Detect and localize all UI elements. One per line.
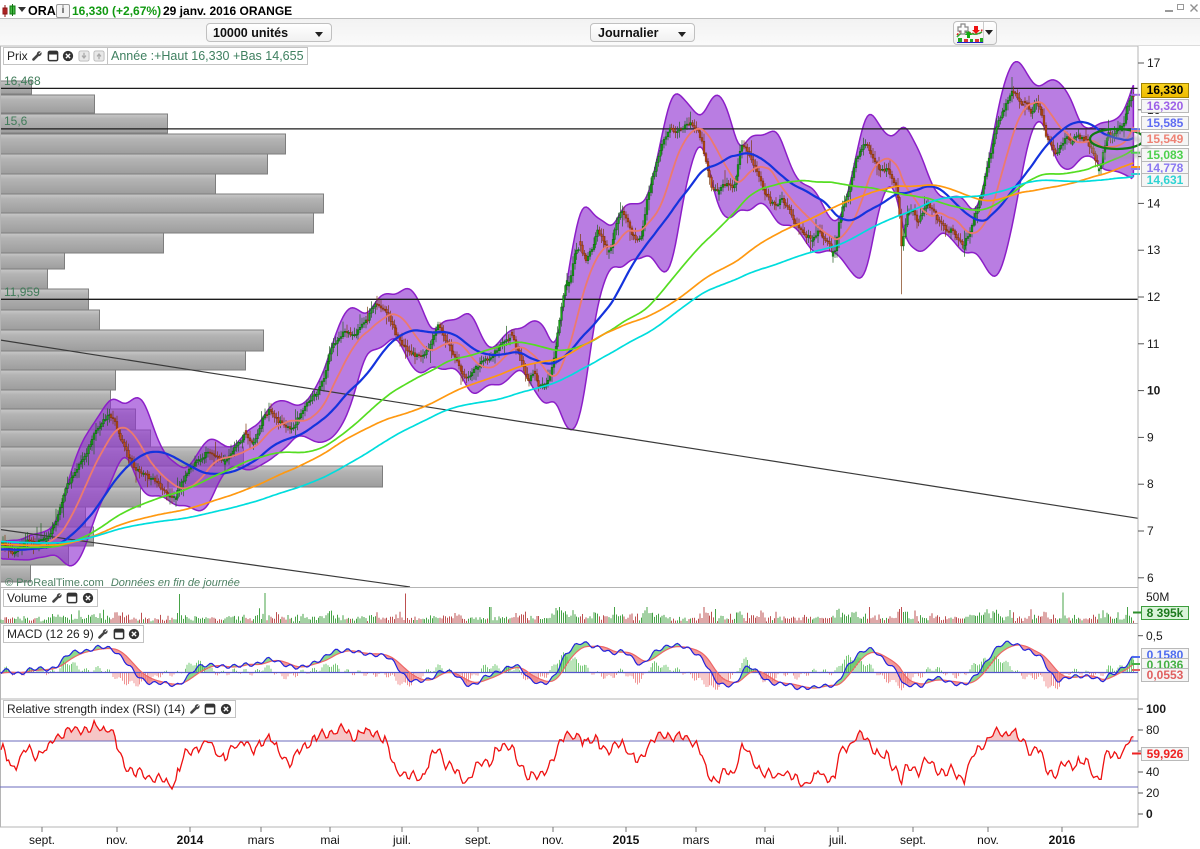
svg-text:20: 20 [1146,786,1160,800]
svg-text:15,6: 15,6 [4,114,28,128]
svg-text:100: 100 [1146,702,1166,716]
svg-text:14: 14 [1147,196,1161,210]
svg-text:50M: 50M [1146,590,1169,604]
svg-text:2015: 2015 [613,833,640,847]
svg-text:17: 17 [1147,56,1161,70]
svg-text:80: 80 [1146,723,1160,737]
svg-text:nov.: nov. [106,833,128,847]
svg-text:mars: mars [683,833,710,847]
svg-text:0,5: 0,5 [1146,629,1163,643]
svg-text:juil.: juil. [392,833,411,847]
svg-text:mai: mai [755,833,774,847]
svg-text:13: 13 [1147,243,1161,257]
svg-text:40: 40 [1146,765,1160,779]
svg-text:mars: mars [248,833,275,847]
svg-text:sept.: sept. [900,833,926,847]
svg-text:7: 7 [1147,524,1154,538]
svg-text:16,468: 16,468 [4,74,41,88]
svg-text:8: 8 [1147,477,1154,491]
svg-text:juil.: juil. [828,833,847,847]
svg-text:2014: 2014 [177,833,204,847]
svg-text:nov.: nov. [977,833,999,847]
svg-text:11,959: 11,959 [4,285,40,299]
svg-text:sept.: sept. [465,833,491,847]
svg-text:0: 0 [1146,807,1153,821]
svg-text:10: 10 [1147,384,1161,398]
svg-text:12: 12 [1147,290,1161,304]
svg-text:9: 9 [1147,430,1154,444]
svg-text:11: 11 [1147,337,1160,351]
svg-text:mai: mai [320,833,339,847]
svg-text:sept.: sept. [29,833,55,847]
svg-text:2016: 2016 [1049,833,1076,847]
svg-text:6: 6 [1147,571,1154,585]
svg-text:nov.: nov. [542,833,564,847]
